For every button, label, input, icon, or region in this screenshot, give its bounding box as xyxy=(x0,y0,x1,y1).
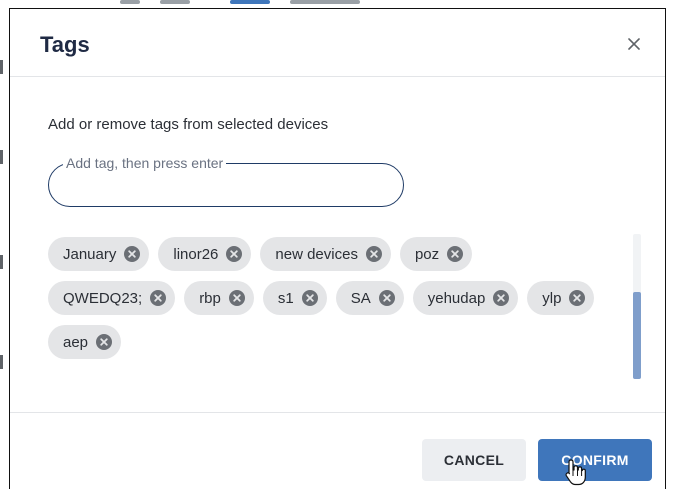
add-tag-field[interactable]: Add tag, then press enter xyxy=(48,154,404,207)
remove-circle-icon xyxy=(230,250,239,258)
dialog-description: Add or remove tags from selected devices xyxy=(48,116,329,133)
add-tag-input[interactable] xyxy=(65,174,389,198)
remove-circle-icon xyxy=(100,338,108,346)
background-edge-mark xyxy=(0,355,3,369)
remove-tag-button[interactable] xyxy=(365,246,382,262)
cancel-button[interactable]: CANCEL xyxy=(422,439,526,481)
tag-chip-label: aep xyxy=(63,333,89,351)
tag-chip-label: new devices xyxy=(275,245,358,263)
tag-chip-label: QWEDQ23; xyxy=(63,289,143,307)
tag-chip: yehudap xyxy=(412,281,519,315)
add-tag-field-label: Add tag, then press enter xyxy=(63,154,227,172)
tag-chip: SA xyxy=(335,281,404,315)
remove-tag-button[interactable] xyxy=(301,290,318,306)
remove-circle-icon xyxy=(497,294,505,302)
tag-chip: January xyxy=(48,237,150,271)
remove-tag-button[interactable] xyxy=(378,290,395,306)
scrollbar-thumb[interactable] xyxy=(633,292,641,379)
tag-chip: rbp xyxy=(184,281,254,315)
background-element xyxy=(230,0,270,4)
tag-chip: new devices xyxy=(260,237,391,271)
remove-circle-icon xyxy=(573,294,582,302)
remove-circle-icon xyxy=(154,294,162,302)
tag-chip-label: yehudap xyxy=(427,289,486,307)
remove-tag-button[interactable] xyxy=(447,246,464,262)
background-element xyxy=(290,0,360,4)
dialog-footer: CANCEL CONFIRM xyxy=(10,412,665,490)
tag-chip-label: SA xyxy=(350,289,371,307)
background-edge-mark xyxy=(0,60,3,74)
tag-list: January linor26 new devices poz QWEDQ23; rbp s… xyxy=(48,237,608,359)
remove-circle-icon xyxy=(370,250,378,258)
confirm-button[interactable]: CONFIRM xyxy=(538,439,652,481)
tag-chip: ylp xyxy=(527,281,595,315)
remove-tag-button[interactable] xyxy=(96,334,113,350)
background-element xyxy=(120,0,140,4)
dialog-header: Tags xyxy=(10,9,665,77)
dialog-title: Tags xyxy=(40,32,90,57)
close-icon xyxy=(628,38,640,50)
remove-tag-button[interactable] xyxy=(150,290,167,306)
tag-chip: QWEDQ23; xyxy=(48,281,176,315)
tag-chip-label: ylp xyxy=(542,289,562,307)
background-element xyxy=(160,0,190,4)
tag-chip-label: s1 xyxy=(277,289,294,307)
tag-chip-label: linor26 xyxy=(173,245,219,263)
remove-circle-icon xyxy=(383,294,391,302)
remove-tag-button[interactable] xyxy=(124,246,141,262)
remove-circle-icon xyxy=(451,250,459,258)
tag-chip-label: poz xyxy=(414,245,440,263)
tags-dialog: Tags Add or remove tags from selected de… xyxy=(9,8,666,489)
remove-tag-button[interactable] xyxy=(228,290,245,306)
remove-tag-button[interactable] xyxy=(226,246,243,262)
tag-chip-label: rbp xyxy=(199,289,221,307)
remove-tag-button[interactable] xyxy=(569,290,586,306)
remove-circle-icon xyxy=(233,294,241,302)
tag-list-scrollbar[interactable] xyxy=(633,234,641,379)
remove-tag-button[interactable] xyxy=(493,290,510,306)
tag-chip: poz xyxy=(399,237,473,271)
remove-circle-icon xyxy=(306,294,314,302)
tag-chip: s1 xyxy=(262,281,327,315)
close-button[interactable] xyxy=(623,33,645,55)
tag-chip: aep xyxy=(48,325,122,359)
tag-chip: linor26 xyxy=(158,237,252,271)
tag-chip-label: January xyxy=(63,245,117,263)
remove-circle-icon xyxy=(128,250,137,258)
background-edge-mark xyxy=(0,255,3,269)
background-edge-mark xyxy=(0,150,3,164)
